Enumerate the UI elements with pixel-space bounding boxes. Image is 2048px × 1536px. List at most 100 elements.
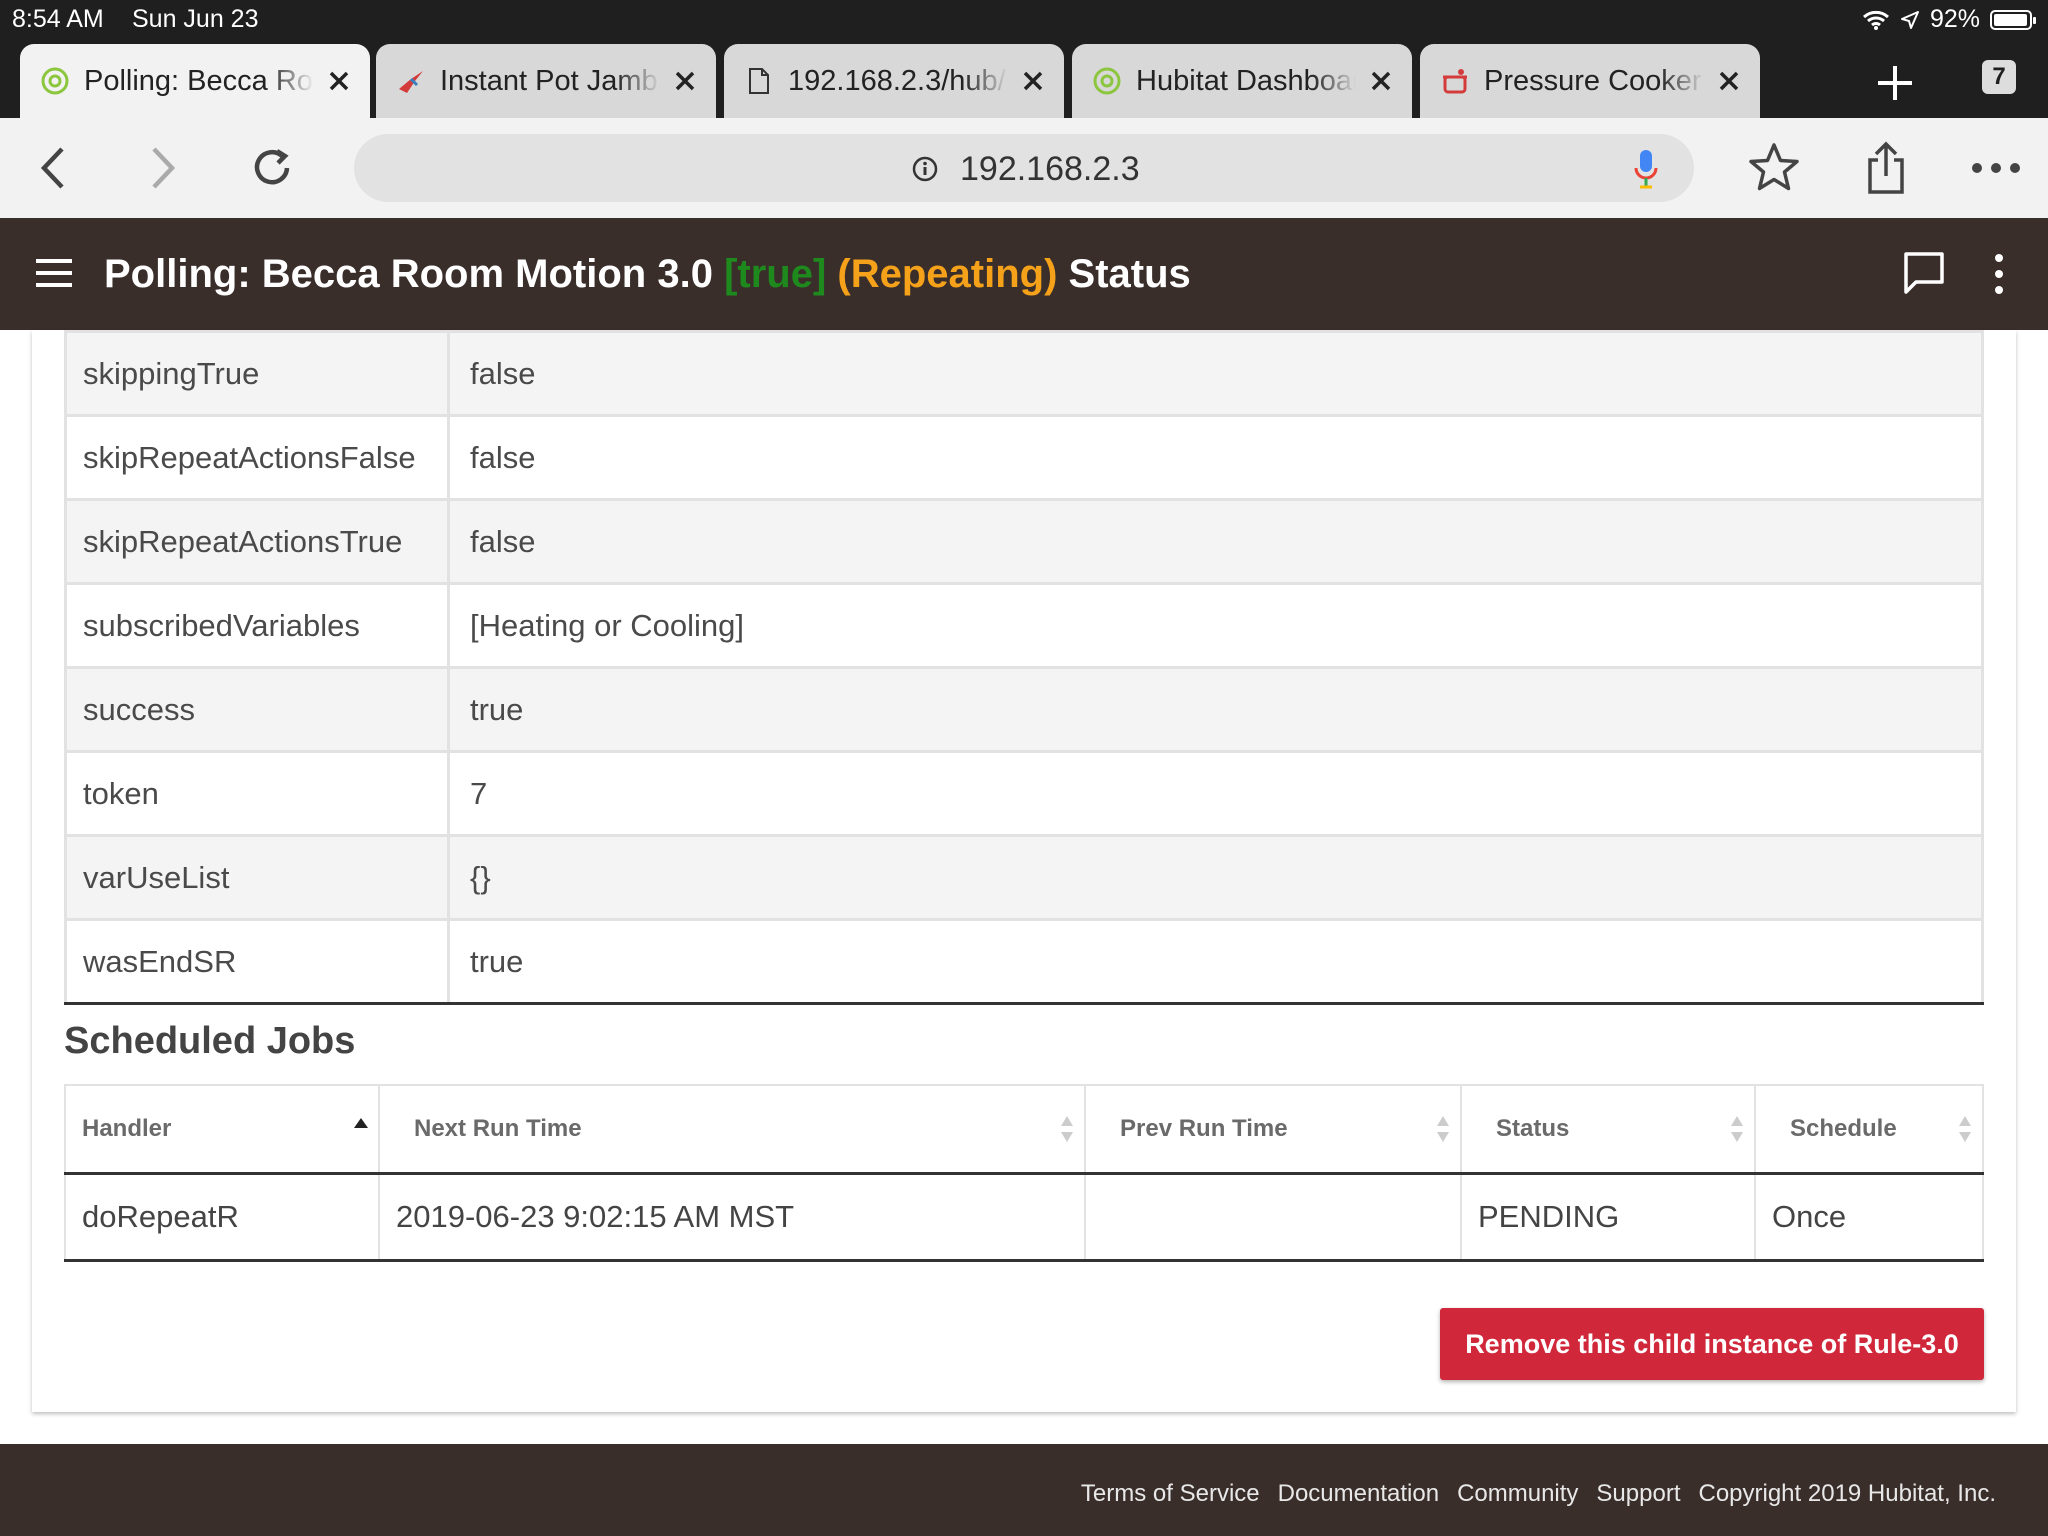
column-header-prev-run-time[interactable]: Prev Run Time xyxy=(1084,1084,1462,1175)
tab-title: Instant Pot Jambalaya xyxy=(440,64,660,97)
title-app-name: Polling: Becca Room Motion 3.0 xyxy=(104,252,725,296)
footer-link-support[interactable]: Support xyxy=(1596,1480,1680,1508)
state-value: false xyxy=(447,330,1984,417)
state-value: 7 xyxy=(447,750,1984,837)
job-next-run-time: 2019-06-23 9:02:15 AM MST xyxy=(378,1172,1086,1262)
table-row: skippingTrue false xyxy=(64,330,1984,417)
bird-icon xyxy=(396,66,426,96)
state-key: skipRepeatActionsFalse xyxy=(64,414,450,501)
state-key: subscribedVariables xyxy=(64,582,450,669)
tab-hubitat-dashboard[interactable]: Hubitat Dashboard xyxy=(1072,44,1412,118)
ellipsis-icon xyxy=(1972,163,2020,173)
table-row: skipRepeatActionsFalse false xyxy=(64,414,1984,501)
status-time: 8:54 AM xyxy=(12,5,104,33)
document-icon xyxy=(744,66,774,96)
battery-percent: 92% xyxy=(1929,5,1980,33)
ios-status-bar: 8:54 AM Sun Jun 23 92% xyxy=(0,0,2048,40)
header-menu-button[interactable] xyxy=(1984,252,2014,296)
title-true-flag: [true] xyxy=(724,252,827,296)
forward-button[interactable] xyxy=(134,140,190,196)
page-title: Polling: Becca Room Motion 3.0 [true] (R… xyxy=(104,252,1191,297)
hamburger-menu-button[interactable] xyxy=(34,256,74,290)
tab-hub-address[interactable]: 192.168.2.3/hub/ xyxy=(724,44,1064,118)
footer-link-documentation[interactable]: Documentation xyxy=(1278,1480,1439,1508)
battery-icon xyxy=(1990,9,2036,30)
pressure-cooker-icon xyxy=(1440,66,1470,96)
close-icon[interactable] xyxy=(1364,64,1398,98)
location-arrow-icon xyxy=(1900,10,1919,29)
plus-icon xyxy=(1878,66,1912,100)
job-schedule: Once xyxy=(1754,1172,1984,1262)
sort-ascending-icon xyxy=(354,1118,368,1128)
table-row: success true xyxy=(64,666,1984,753)
column-label: Next Run Time xyxy=(414,1115,582,1142)
info-icon[interactable] xyxy=(912,156,938,182)
title-status: Status xyxy=(1057,252,1191,296)
state-value: true xyxy=(447,666,1984,753)
state-key: skipRepeatActionsTrue xyxy=(64,498,450,585)
sort-icon xyxy=(1959,1116,1971,1142)
share-button[interactable] xyxy=(1858,140,1914,196)
bookmark-button[interactable] xyxy=(1746,140,1802,196)
back-arrow-icon xyxy=(40,147,64,189)
close-icon[interactable] xyxy=(1712,64,1746,98)
state-key: token xyxy=(64,750,450,837)
state-value: false xyxy=(447,498,1984,585)
more-options-button[interactable] xyxy=(1968,140,2024,196)
state-key: success xyxy=(64,666,450,753)
column-label: Handler xyxy=(82,1115,172,1142)
reload-button[interactable] xyxy=(244,140,300,196)
sort-icon xyxy=(1061,1116,1073,1142)
column-header-handler[interactable]: Handler xyxy=(64,1084,380,1175)
feedback-button[interactable] xyxy=(1900,248,1948,296)
tab-title: 192.168.2.3/hub/ xyxy=(788,64,1006,97)
address-bar[interactable]: 192.168.2.3 xyxy=(354,134,1694,202)
new-tab-button[interactable] xyxy=(1870,58,1920,108)
forward-arrow-icon xyxy=(152,147,176,189)
job-status: PENDING xyxy=(1460,1172,1756,1262)
state-key: skippingTrue xyxy=(64,330,450,417)
table-row: wasEndSR true xyxy=(64,918,1984,1005)
microphone-icon[interactable] xyxy=(1634,148,1658,190)
close-icon[interactable] xyxy=(322,64,356,98)
footer-link-community[interactable]: Community xyxy=(1457,1480,1578,1508)
hubitat-icon xyxy=(40,66,70,96)
footer: Terms of Service Documentation Community… xyxy=(0,1444,2048,1536)
back-button[interactable] xyxy=(26,140,82,196)
close-icon[interactable] xyxy=(1016,64,1050,98)
status-date: Sun Jun 23 xyxy=(132,5,259,33)
sort-icon xyxy=(1731,1116,1743,1142)
tab-pressure-cooker[interactable]: Pressure Cooker xyxy=(1420,44,1760,118)
chat-icon xyxy=(1904,252,1944,294)
url-text[interactable]: 192.168.2.3 xyxy=(960,150,1140,189)
state-key: varUseList xyxy=(64,834,450,921)
tab-instant-pot[interactable]: Instant Pot Jambalaya xyxy=(376,44,716,118)
tab-title: Hubitat Dashboard xyxy=(1136,64,1356,97)
tab-polling[interactable]: Polling: Becca Room Motion 3.0 xyxy=(20,44,370,118)
table-row: token 7 xyxy=(64,750,1984,837)
state-key: wasEndSR xyxy=(64,918,450,1005)
scheduled-jobs-heading: Scheduled Jobs xyxy=(64,1020,356,1062)
state-value: [Heating or Cooling] xyxy=(447,582,1984,669)
hubitat-icon xyxy=(1092,66,1122,96)
state-variables-table: skippingTrue false skipRepeatActionsFals… xyxy=(64,330,1984,1005)
footer-link-terms[interactable]: Terms of Service xyxy=(1081,1480,1260,1508)
browser-toolbar: 192.168.2.3 xyxy=(0,118,2048,218)
close-icon[interactable] xyxy=(668,64,702,98)
column-header-schedule[interactable]: Schedule xyxy=(1754,1084,1984,1175)
table-row: skipRepeatActionsTrue false xyxy=(64,498,1984,585)
menu-icon xyxy=(36,259,72,287)
wifi-icon xyxy=(1862,10,1889,30)
column-header-status[interactable]: Status xyxy=(1460,1084,1756,1175)
star-icon xyxy=(1749,143,1799,191)
job-prev-run-time xyxy=(1084,1172,1462,1262)
scheduled-jobs-table: Handler Next Run Time Prev Run Time Stat… xyxy=(64,1084,1984,1262)
table-row: subscribedVariables [Heating or Cooling] xyxy=(64,582,1984,669)
sort-icon xyxy=(1437,1116,1449,1142)
remove-child-instance-button[interactable]: Remove this child instance of Rule-3.0 xyxy=(1440,1308,1984,1380)
reload-icon xyxy=(254,149,290,185)
column-label: Status xyxy=(1496,1115,1570,1142)
tab-count-button[interactable]: 7 xyxy=(1982,60,2016,94)
column-header-next-run-time[interactable]: Next Run Time xyxy=(378,1084,1086,1175)
title-repeating-flag: (Repeating) xyxy=(826,252,1058,296)
